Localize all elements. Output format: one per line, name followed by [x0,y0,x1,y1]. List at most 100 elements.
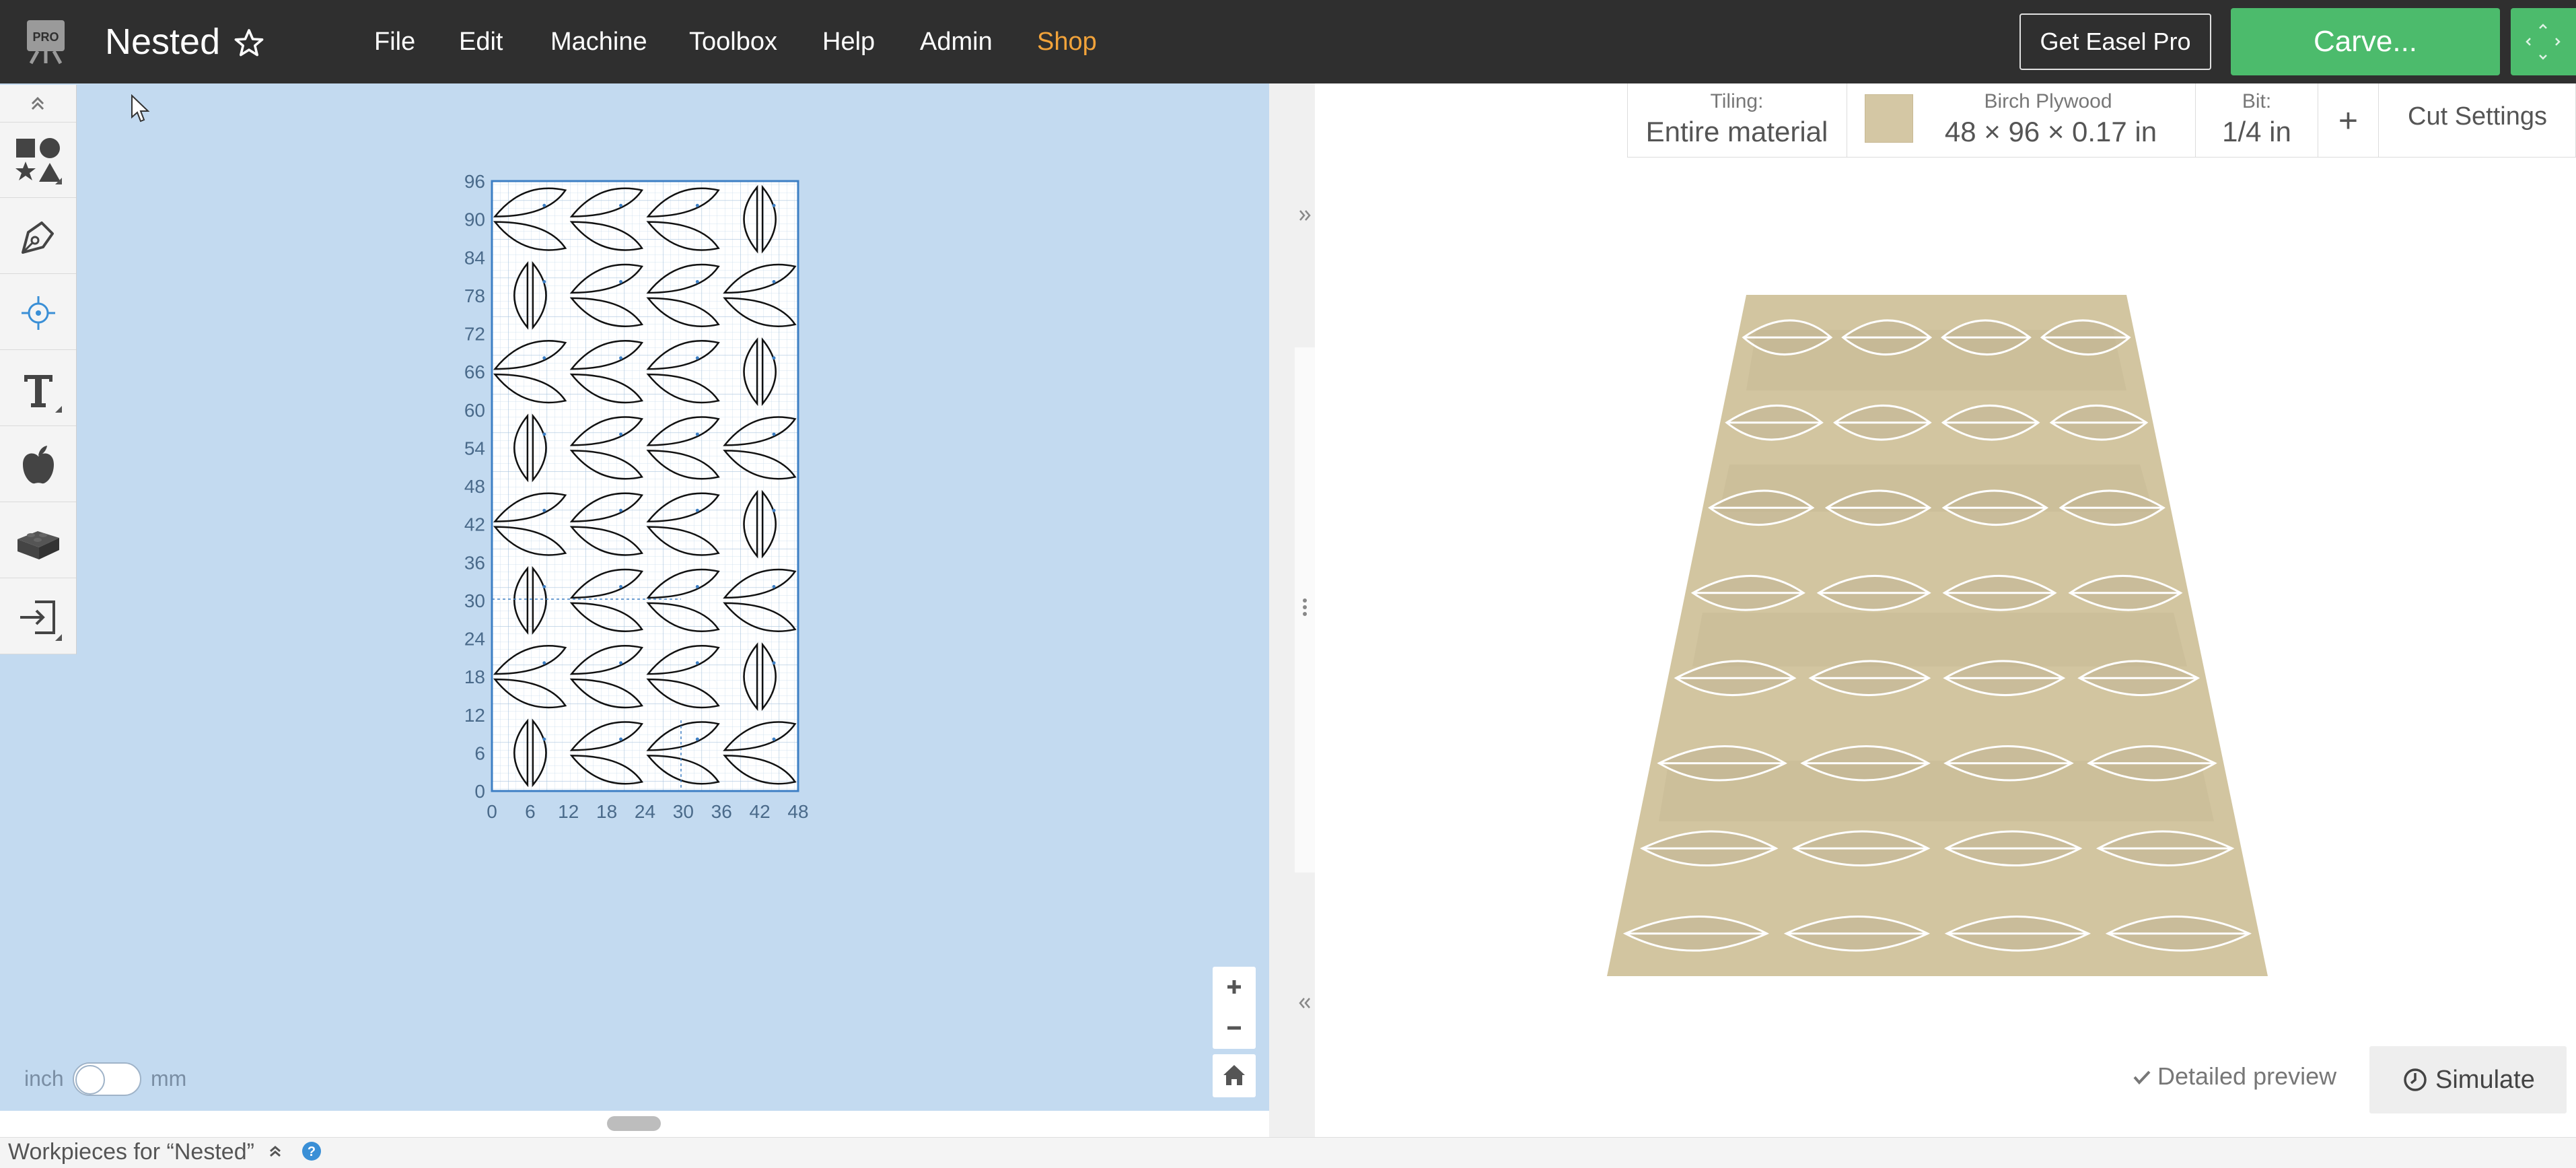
y-tick-label: 54 [464,438,485,458]
unit-inch-label: inch [24,1066,64,1091]
cut-settings-label: Cut Settings [2408,102,2547,131]
bit-setting[interactable]: Bit: 1/4 in [2196,83,2318,158]
cut-settings-button[interactable]: Cut Settings [2379,83,2576,158]
add-bit-button[interactable]: + [2318,83,2379,158]
y-tick-label: 42 [464,514,485,535]
y-tick-label: 78 [464,285,485,306]
y-tick-label: 66 [464,362,485,382]
minus-icon [1227,1026,1241,1030]
menu-toolbox[interactable]: Toolbox [689,0,777,83]
icon-library-tool[interactable] [0,427,76,502]
zoom-controls [1213,967,1256,1049]
menu-machine[interactable]: Machine [550,0,647,83]
zoom-out-button[interactable] [1213,1008,1256,1049]
tiling-label: Tiling: [1710,90,1764,112]
tiling-setting[interactable]: Tiling: Entire material [1627,83,1847,158]
3d-preview[interactable] [1602,289,2271,983]
x-tick-label: 36 [711,801,732,822]
y-tick-label: 24 [464,629,485,650]
expand-right-icon[interactable] [1296,202,1314,229]
workpieces-bar [0,1137,2576,1168]
text-tool[interactable] [0,351,76,426]
y-tick-label: 6 [474,743,485,763]
menu-file[interactable]: File [374,0,415,83]
favorite-star-icon[interactable] [233,27,265,59]
clock-icon [2404,1068,2427,1091]
y-tick-label: 0 [474,781,485,802]
pen-tool[interactable] [0,199,76,274]
y-axis: 96908478726660544842363024181260 [464,171,485,802]
shapes-tool[interactable] [0,123,76,198]
machine-connect-button[interactable] [2511,8,2576,75]
plus-icon [1227,980,1241,994]
workpieces-toggle[interactable]: Workpieces for “Nested” ? [8,1139,322,1165]
svg-text:?: ? [308,1144,316,1159]
x-tick-label: 6 [525,801,536,822]
x-tick-label: 30 [673,801,694,822]
y-tick-label: 60 [464,400,485,421]
menu-shop[interactable]: Shop [1037,0,1097,83]
x-tick-label: 0 [487,801,497,822]
unit-mm-label: mm [151,1066,187,1091]
apple-icon [23,446,54,484]
help-icon[interactable]: ? [301,1140,322,1162]
y-tick-label: 30 [464,590,485,611]
tiling-value: Entire material [1645,116,1828,147]
project-title[interactable]: Nested [105,15,220,69]
menu-admin[interactable]: Admin [920,0,993,83]
apps-tool[interactable] [0,503,76,578]
simulate-button[interactable]: Simulate [2369,1046,2567,1113]
import-tool[interactable] [0,579,76,654]
y-tick-label: 96 [464,171,485,192]
material-label: Birch Plywood [1984,90,2112,112]
y-tick-label: 90 [464,209,485,230]
horizontal-scrollbar[interactable] [607,1116,661,1131]
bit-label: Bit: [2242,90,2272,112]
x-tick-label: 18 [596,801,617,822]
move-arrows-icon [2526,24,2561,60]
get-easel-pro-button[interactable]: Get Easel Pro [2019,13,2211,70]
carve-button[interactable]: Carve... [2231,8,2500,75]
material-swatch [1865,94,1913,143]
bit-value: 1/4 in [2222,116,2291,147]
material-value: 48 × 96 × 0.17 in [1944,116,2157,147]
y-tick-label: 72 [464,324,485,345]
checkmark-icon [2133,1070,2151,1085]
detailed-preview-label: Detailed preview [2157,1062,2337,1090]
drag-handle-icon[interactable] [1296,592,1314,622]
import-icon [20,600,62,641]
y-tick-label: 18 [464,666,485,687]
menu-edit[interactable]: Edit [459,0,503,83]
y-tick-label: 48 [464,476,485,497]
shapes-icon [15,138,62,184]
zoom-in-button[interactable] [1213,967,1256,1008]
detailed-preview-toggle[interactable]: Detailed preview [2132,1062,2336,1091]
pen-icon [22,221,54,254]
expand-left-icon[interactable] [1296,990,1314,1017]
text-icon [24,375,62,413]
svg-text:PRO: PRO [32,30,59,44]
y-tick-label: 12 [464,705,485,726]
point-tool[interactable] [0,275,76,350]
y-tick-label: 84 [464,247,485,268]
easel-logo-icon[interactable]: PRO [24,19,67,65]
material-canvas[interactable]: 96908478726660544842363024181260 0 6 12 18 2… [431,162,834,835]
add-label: + [2338,102,2359,139]
collapse-toolbar-button[interactable] [0,85,76,123]
mouse-cursor-icon [131,94,151,124]
crosshair-point-icon [22,296,55,330]
lego-block-icon [17,531,59,559]
menu-help[interactable]: Help [822,0,875,83]
x-tick-label: 48 [787,801,808,822]
material-grid [491,180,799,792]
zoom-home-button[interactable] [1213,1054,1256,1097]
workpieces-label: Workpieces for “Nested” [8,1139,254,1165]
x-tick-label: 12 [558,801,579,822]
unit-toggle-knob[interactable] [75,1065,105,1095]
simulate-label: Simulate [2435,1066,2535,1094]
x-tick-label: 42 [750,801,771,822]
home-icon [1223,1065,1245,1085]
double-chevron-up-icon [31,96,44,110]
y-tick-label: 36 [464,552,485,573]
x-tick-label: 24 [635,801,655,822]
